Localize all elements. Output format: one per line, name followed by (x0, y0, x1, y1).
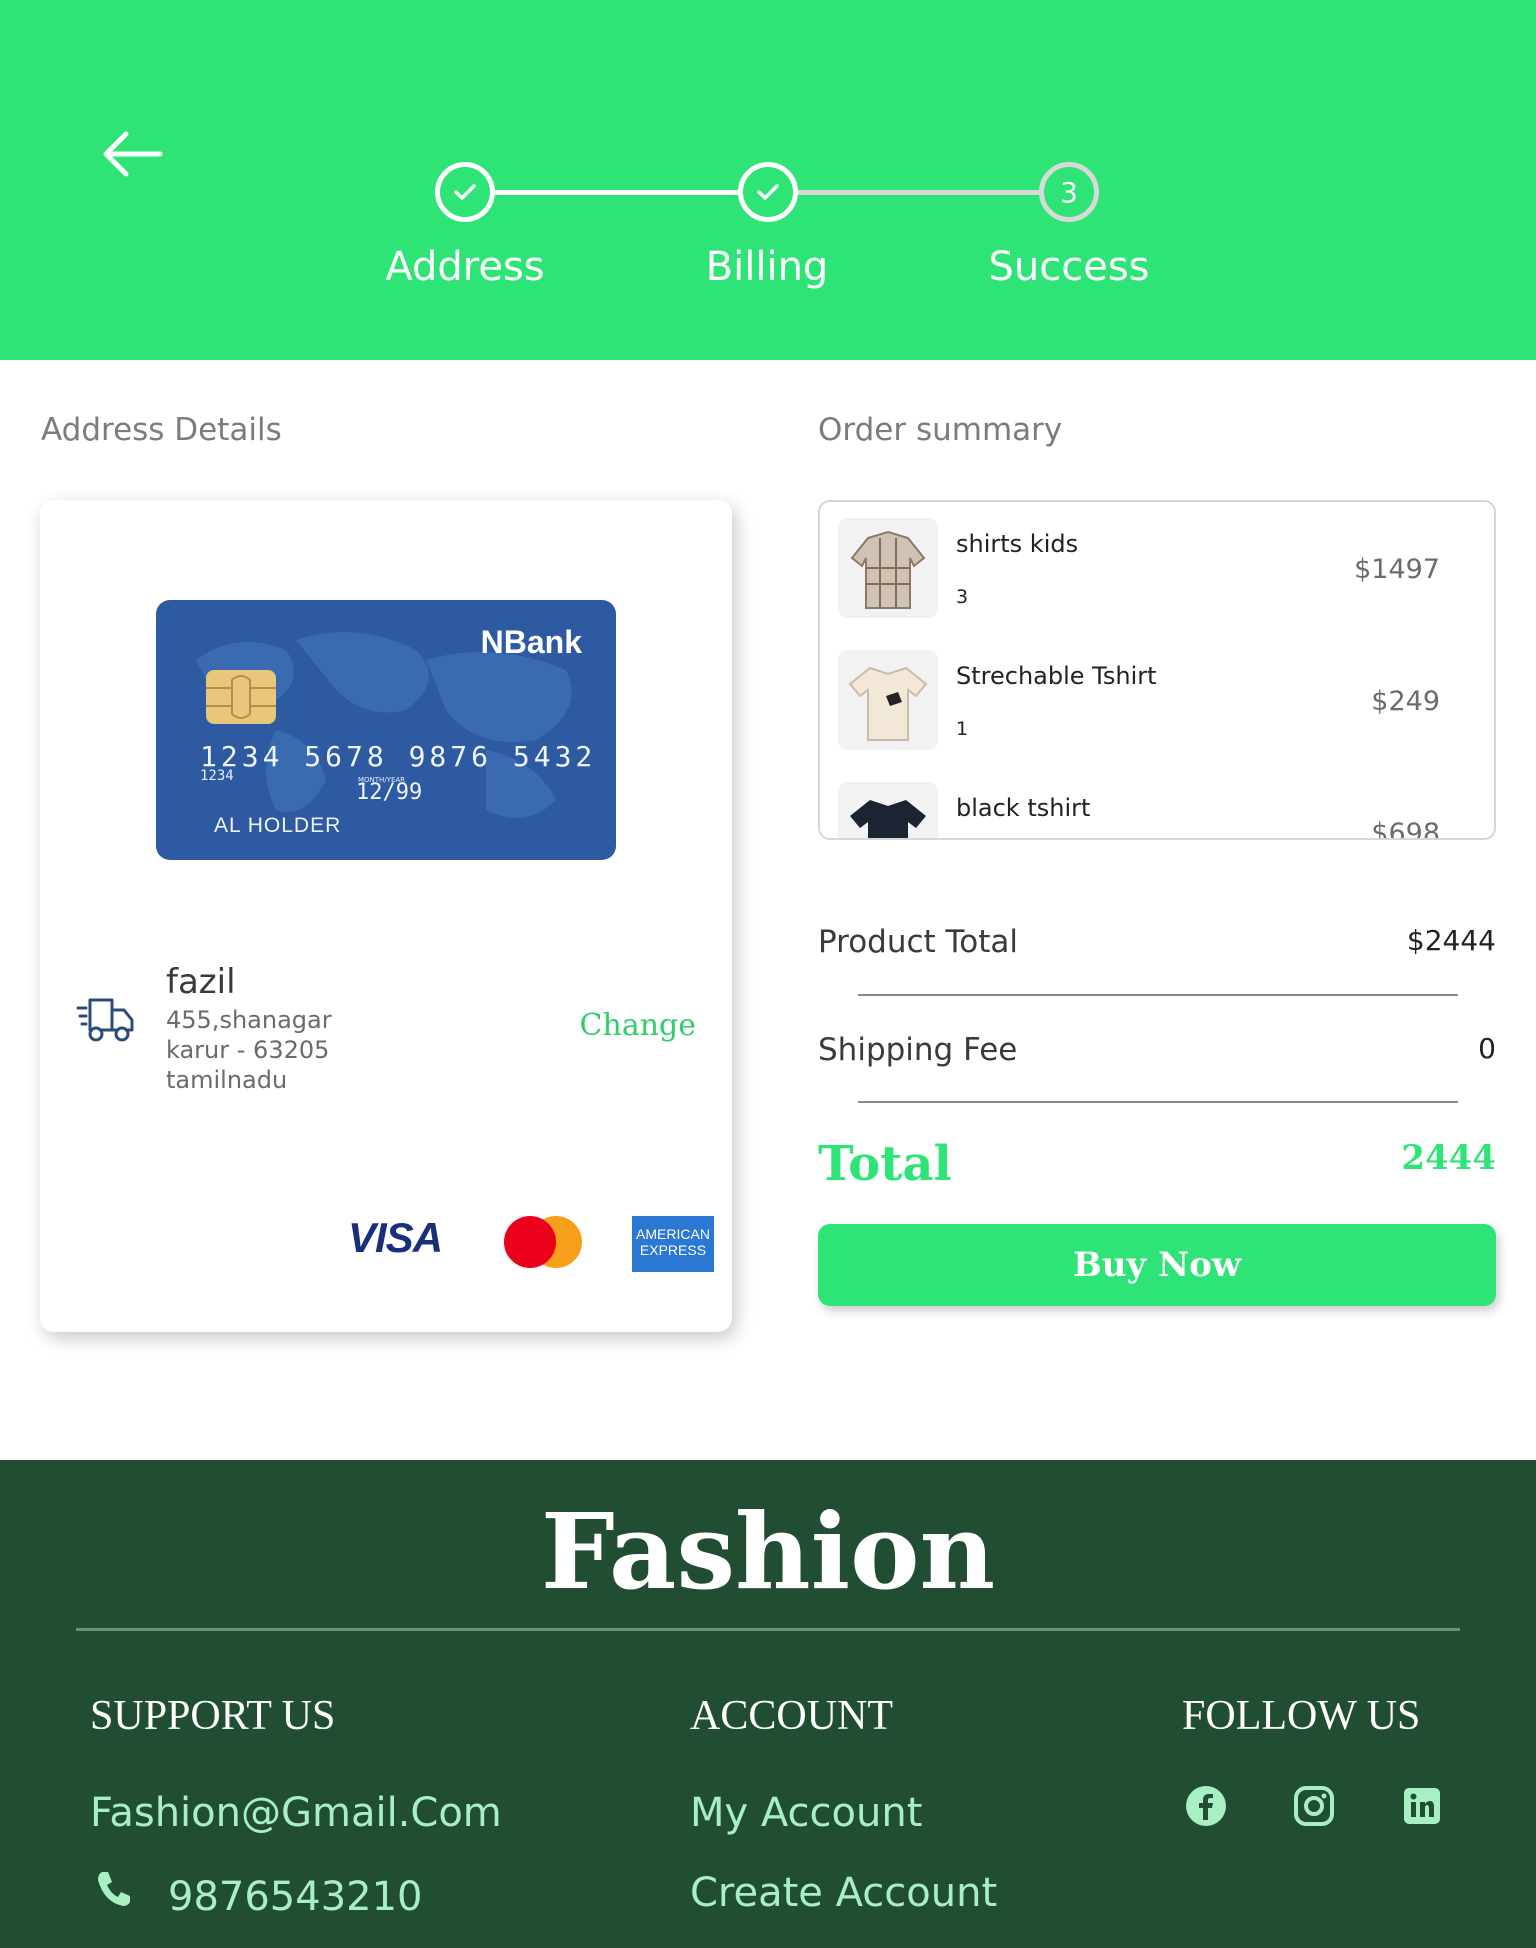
item-qty: 3 (956, 586, 969, 608)
change-address-link[interactable]: Change (580, 1008, 696, 1043)
support-email[interactable]: Fashion@Gmail.Com (90, 1790, 502, 1836)
product-total-label: Product Total (818, 924, 1018, 960)
step-address-check-icon (435, 162, 495, 222)
order-item: black tshirt $698 (820, 766, 1494, 840)
item-image-tshirt (838, 650, 938, 750)
item-price: $698 (1371, 818, 1440, 840)
step-label-success: Success (988, 244, 1150, 290)
address-line-1: 455,shanagar (166, 1006, 332, 1034)
product-total-value: $2444 (1406, 924, 1496, 957)
stepper-connector-1 (494, 190, 738, 195)
card-small-number: 1234 (200, 768, 234, 784)
item-name: black tshirt (956, 794, 1091, 822)
card-holder-name: AL HOLDER (214, 814, 342, 837)
shipping-fee-label: Shipping Fee (818, 1032, 1018, 1068)
address-line-3: tamilnadu (166, 1066, 288, 1094)
item-name: Strechable Tshirt (956, 662, 1157, 690)
divider (858, 994, 1458, 996)
bank-name: NBank (480, 624, 582, 660)
item-name: shirts kids (956, 530, 1079, 558)
stepper-connector-2 (798, 190, 1042, 195)
amex-logo: AMERICAN EXPRESS (632, 1216, 714, 1272)
item-price: $1497 (1354, 554, 1440, 585)
card-expiry: 12/99 (356, 780, 423, 805)
item-image-shirt (838, 518, 938, 618)
address-card: NBank 1234 5678 9876 5432 1234 MONTH/YEA… (40, 500, 732, 1332)
footer: Fashion SUPPORT US ACCOUNT FOLLOW US Fas… (0, 1460, 1536, 1948)
item-price: $249 (1371, 686, 1440, 717)
order-item: shirts kids 3 $1497 (820, 502, 1494, 634)
divider (858, 1101, 1458, 1103)
visa-logo: VISA (348, 1214, 443, 1261)
phone-icon (92, 1866, 136, 1910)
total-value: 2444 (1401, 1138, 1496, 1178)
buy-now-button[interactable]: Buy Now (818, 1224, 1496, 1306)
facebook-icon[interactable] (1184, 1784, 1228, 1828)
create-account-link[interactable]: Create Account (690, 1870, 997, 1916)
item-qty: 1 (956, 718, 969, 740)
step-label-address: Address (385, 244, 545, 290)
follow-heading: FOLLOW US (1182, 1693, 1421, 1739)
shipping-fee-value: 0 (1478, 1032, 1496, 1065)
step-success-number: 3 (1039, 162, 1099, 222)
brand-logo: Fashion (540, 1490, 996, 1613)
linkedin-icon[interactable] (1400, 1784, 1444, 1828)
account-heading: ACCOUNT (690, 1693, 894, 1739)
support-heading: SUPPORT US (90, 1693, 336, 1739)
card-chip-icon (206, 670, 276, 724)
credit-card: NBank 1234 5678 9876 5432 1234 MONTH/YEA… (156, 600, 616, 860)
step-label-billing: Billing (705, 244, 829, 290)
card-number: 1234 5678 9876 5432 (200, 740, 597, 773)
back-arrow-icon[interactable] (98, 126, 168, 182)
mastercard-logo (498, 1212, 588, 1272)
order-items-list[interactable]: shirts kids 3 $1497 Strechable Tshirt 1 … (818, 500, 1496, 840)
step-billing-check-icon (738, 162, 798, 222)
order-summary-title: Order summary (818, 412, 1063, 448)
address-details-title: Address Details (41, 412, 282, 448)
my-account-link[interactable]: My Account (690, 1790, 922, 1836)
recipient-name: fazil (166, 962, 236, 1002)
checkout-header: 3 Address Billing Success (0, 0, 1536, 360)
footer-divider (76, 1628, 1460, 1631)
support-phone[interactable]: 9876543210 (168, 1874, 423, 1920)
address-line-2: karur - 63205 (166, 1036, 330, 1064)
delivery-truck-icon (76, 990, 136, 1046)
item-image-black-tshirt (838, 782, 938, 838)
instagram-icon[interactable] (1292, 1784, 1336, 1828)
total-label: Total (818, 1136, 952, 1192)
order-item: Strechable Tshirt 1 $249 (820, 634, 1494, 766)
